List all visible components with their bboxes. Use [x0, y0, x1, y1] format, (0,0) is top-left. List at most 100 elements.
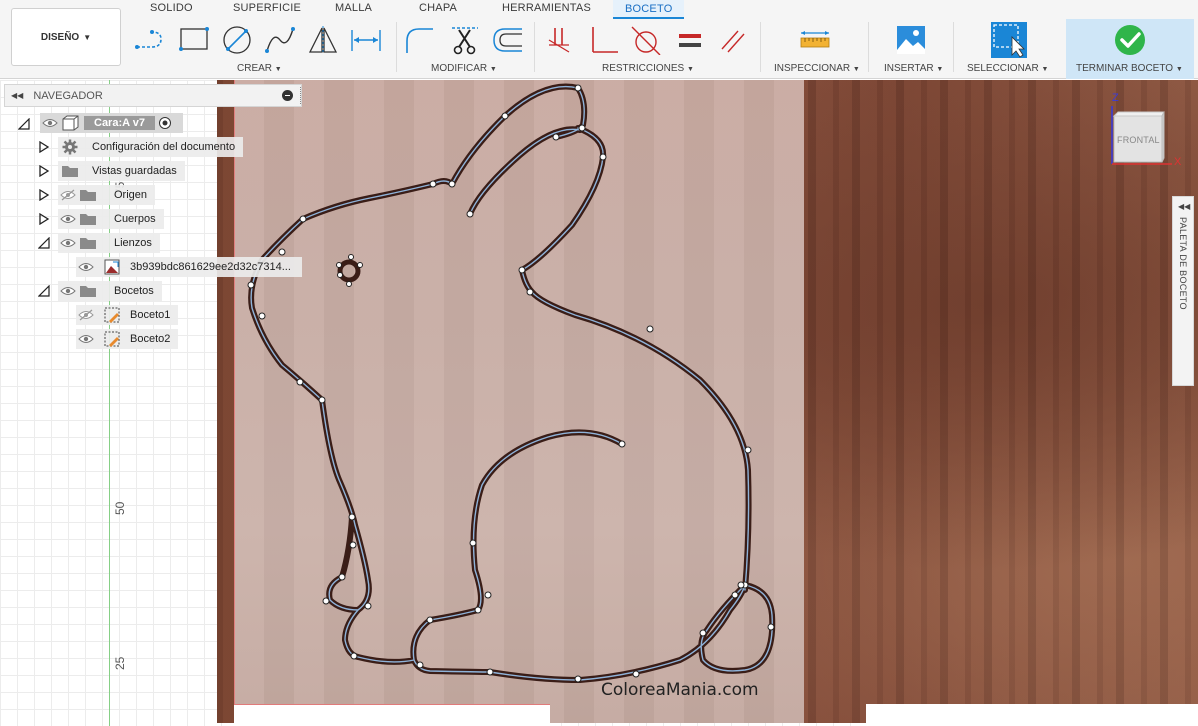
- dimension-icon: [351, 30, 381, 51]
- tab-boceto[interactable]: BOCETO: [613, 0, 685, 19]
- nav-item-canvases[interactable]: Lienzos: [58, 233, 160, 253]
- sketch-palette-label: PALETA DE BOCETO: [1178, 217, 1188, 310]
- nav-item-sketches[interactable]: Bocetos: [58, 281, 162, 301]
- inspeccionar-group-label[interactable]: INSPECCIONAR ▼: [774, 63, 860, 74]
- workspace-switcher[interactable]: DISEÑO ▼: [11, 8, 121, 66]
- tab-superficie[interactable]: SUPERFICIE: [233, 2, 301, 14]
- dimension-tool-button[interactable]: [349, 22, 383, 58]
- parallel-constraint-icon: [548, 28, 570, 53]
- modificar-group-label[interactable]: MODIFICAR ▼: [431, 63, 497, 74]
- nav-item-saved-views[interactable]: Vistas guardadas: [58, 161, 185, 181]
- fillet-tool-button[interactable]: [403, 22, 437, 58]
- select-icon: [991, 22, 1027, 58]
- nav-item-label: Bocetos: [114, 285, 154, 297]
- spline-tool-button[interactable]: [263, 22, 297, 58]
- folder-icon: [78, 233, 98, 253]
- nav-item-label: Cuerpos: [114, 213, 156, 225]
- drag-grip[interactable]: [300, 87, 302, 104]
- eye-icon[interactable]: [40, 113, 60, 133]
- eye-icon[interactable]: [76, 257, 96, 277]
- activate-radio-icon[interactable]: [155, 113, 175, 133]
- separator: [534, 22, 535, 72]
- collapse-triangle-icon[interactable]: [38, 285, 50, 297]
- collapse-triangle-icon[interactable]: [18, 118, 30, 130]
- nav-item-origin[interactable]: Origen: [58, 185, 156, 205]
- select-tool-button[interactable]: [990, 22, 1028, 58]
- line-icon: [135, 30, 162, 49]
- watermark-text: ColoreaMania.com: [601, 680, 759, 700]
- toolbar: SOLIDO SUPERFICIE MALLA CHAPA HERRAMIENT…: [0, 0, 1198, 79]
- expand-triangle-icon[interactable]: [38, 141, 50, 153]
- tab-solido[interactable]: SOLIDO: [150, 2, 193, 14]
- finish-sketch-button[interactable]: [1114, 24, 1146, 59]
- minimize-icon[interactable]: [282, 90, 293, 101]
- equal-constraint-button[interactable]: [673, 22, 707, 58]
- expand-arrows-icon[interactable]: ◀◀: [1178, 202, 1190, 211]
- collapse-arrows-icon[interactable]: ◀◀: [11, 91, 23, 100]
- bunny-eye: [337, 259, 361, 283]
- spline-icon: [265, 27, 295, 53]
- crear-group-label[interactable]: CREAR ▼: [237, 63, 282, 74]
- parallel-constraint-button[interactable]: [716, 22, 750, 58]
- tab-herramientas[interactable]: HERRAMIENTAS: [502, 2, 591, 14]
- parallel-icon: [721, 30, 745, 53]
- eye-hidden-icon[interactable]: [58, 185, 78, 205]
- collapse-triangle-icon[interactable]: [38, 237, 50, 249]
- offset-icon: [493, 28, 522, 52]
- insert-canvas-button[interactable]: [894, 22, 928, 58]
- nav-item-label: Configuración del documento: [92, 141, 236, 153]
- nav-item-label: Vistas guardadas: [92, 165, 177, 177]
- separator: [953, 22, 954, 72]
- navigator-header[interactable]: ◀◀ NAVEGADOR: [4, 84, 302, 107]
- eye-icon[interactable]: [58, 233, 78, 253]
- perpendicular-constraint-button[interactable]: [588, 22, 622, 58]
- eye-icon[interactable]: [58, 209, 78, 229]
- folder-icon: [60, 161, 80, 181]
- view-cube-face-label: FRONTAL: [1117, 135, 1160, 145]
- tangent-constraint-button[interactable]: [630, 22, 664, 58]
- nav-item-sketch1[interactable]: Boceto1: [76, 305, 179, 325]
- nav-item-canvas-image[interactable]: 3b939bdc861629ee2d32c7314...: [76, 257, 302, 277]
- measure-tool-button[interactable]: [798, 22, 832, 58]
- navigator-title: NAVEGADOR: [33, 89, 103, 102]
- view-cube-graphic: [1111, 106, 1172, 165]
- expand-triangle-icon[interactable]: [38, 213, 50, 225]
- eye-hidden-icon[interactable]: [76, 305, 96, 325]
- coincident-constraint-button[interactable]: [545, 22, 579, 58]
- nav-item-label: Lienzos: [114, 237, 152, 249]
- nav-item-sketch2[interactable]: Boceto2: [76, 329, 179, 349]
- seleccionar-group-label[interactable]: SELECCIONAR ▼: [967, 63, 1048, 74]
- trim-tool-button[interactable]: [448, 22, 482, 58]
- eye-icon[interactable]: [58, 281, 78, 301]
- insertar-group-label[interactable]: INSERTAR ▼: [884, 63, 943, 74]
- gear-icon: [60, 137, 80, 157]
- equal-icon: [679, 34, 701, 47]
- eye-icon[interactable]: [76, 329, 96, 349]
- measure-icon: [800, 31, 830, 48]
- terminar-group-label[interactable]: TERMINAR BOCETO ▼: [1076, 63, 1183, 74]
- separator: [396, 22, 397, 72]
- nav-item-label: 3b939bdc861629ee2d32c7314...: [130, 261, 291, 273]
- sketch-icon: [102, 305, 122, 325]
- sketch-palette-collapsed[interactable]: ◀◀ PALETA DE BOCETO: [1172, 196, 1194, 386]
- perpendicular-icon: [592, 27, 618, 53]
- mirror-tool-button[interactable]: [306, 22, 340, 58]
- checkmark-icon: [1115, 25, 1145, 55]
- root-component-node[interactable]: Cara:A v7: [40, 113, 183, 133]
- tab-chapa[interactable]: CHAPA: [419, 2, 457, 14]
- nav-item-document-settings[interactable]: Configuración del documento: [58, 137, 244, 157]
- expand-triangle-icon[interactable]: [38, 165, 50, 177]
- nav-item-bodies[interactable]: Cuerpos: [58, 209, 164, 229]
- z-axis-label: Z: [1112, 92, 1119, 104]
- tab-malla[interactable]: MALLA: [335, 2, 372, 14]
- offset-tool-button[interactable]: [491, 22, 525, 58]
- fitted-spline: [250, 85, 773, 681]
- finish-sketch-panel[interactable]: TERMINAR BOCETO ▼: [1066, 19, 1194, 79]
- root-component-label: Cara:A v7: [84, 116, 155, 130]
- line-tool-button[interactable]: [134, 22, 168, 58]
- view-cube[interactable]: Z X FRONTAL: [1104, 92, 1184, 172]
- expand-triangle-icon[interactable]: [38, 189, 50, 201]
- circle-tool-button[interactable]: [220, 22, 254, 58]
- rectangle-tool-button[interactable]: [177, 22, 211, 58]
- restricciones-group-label[interactable]: RESTRICCIONES ▼: [602, 63, 694, 74]
